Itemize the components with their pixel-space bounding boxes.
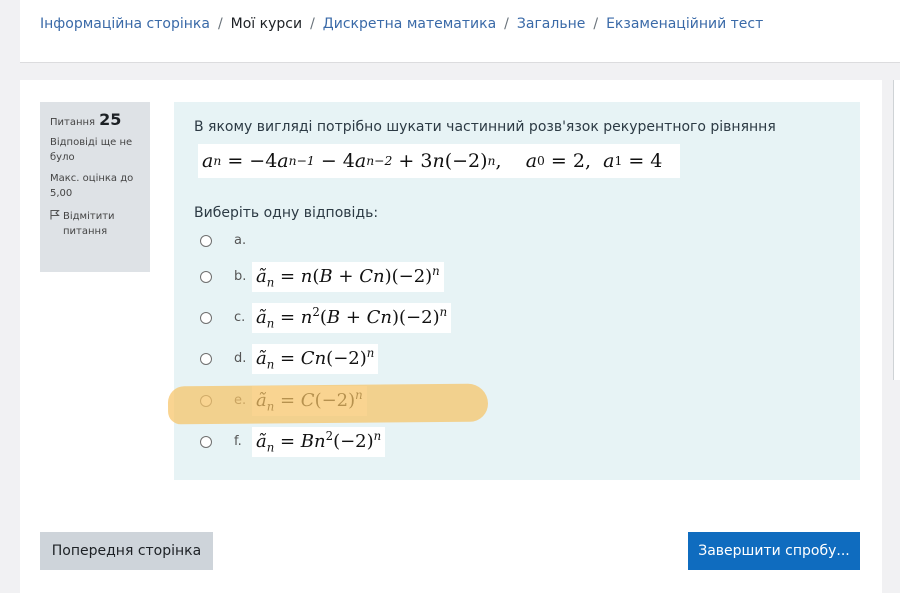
question-max-grade: Макс. оцінка до 5,00 [50,173,134,199]
breadcrumb-course[interactable]: Дискретна математика [323,16,496,32]
breadcrumb: Інформаційна сторінка / Мої курси / Диск… [40,16,763,32]
question-label: Питання [50,117,96,128]
answer-prompt: Виберіть одну відповідь: [194,205,379,221]
option-letter: d. [234,351,247,367]
highlighter-mark [167,383,489,425]
breadcrumb-separator: / [593,16,599,32]
flag-label: Відмітити питання [63,211,115,237]
breadcrumb-separator: / [310,16,315,32]
finish-attempt-button[interactable]: Завершити спробу... [688,532,860,570]
breadcrumb-separator: / [217,16,223,32]
option-a[interactable]: a. [200,233,250,248]
option-f[interactable]: f. ãn = Bn2(−2)n [200,427,386,457]
breadcrumb-my-courses[interactable]: Мої курси [231,16,302,32]
option-letter: a. [234,233,247,248]
question-text: В якому вигляді потрібно шукати частинни… [194,119,776,135]
breadcrumb-quiz[interactable]: Екзаменаційний тест [606,16,763,32]
radio-c[interactable] [200,311,212,324]
option-letter: c. [234,310,246,326]
option-formula: ãn = n(B + Cn)(−2)n [252,262,444,292]
option-formula: ãn = n2(B + Cn)(−2)n [252,303,452,333]
question-number: Питання 25 [50,110,140,129]
radio-f[interactable] [200,435,212,448]
option-letter: b. [234,269,247,285]
breadcrumb-section[interactable]: Загальне [517,16,585,32]
option-b[interactable]: b. ãn = n(B + Cn)(−2)n [200,262,444,292]
option-letter: f. [234,434,242,450]
previous-page-button[interactable]: Попередня сторінка [40,532,213,570]
question-number-value: 25 [99,110,122,129]
breadcrumb-separator: / [504,16,509,32]
radio-b[interactable] [200,270,212,283]
question-info: Питання 25 Відповіді ще не було Макс. оц… [40,102,150,272]
option-d[interactable]: d. ãn = Cn(−2)n [200,344,379,374]
breadcrumb-home[interactable]: Інформаційна сторінка [40,16,210,32]
option-formula: ãn = Cn(−2)n [252,344,379,374]
recurrence-formula: an = −4 a n−1 − 4 a n−2 + 3 n (−2) n, a0 = 2, a… [198,144,680,178]
radio-a[interactable] [200,234,212,247]
option-formula: ãn = Bn2(−2)n [252,427,386,457]
option-c[interactable]: c. ãn = n2(B + Cn)(−2)n [200,303,452,333]
flag-question-button[interactable]: Відмітити питання [50,209,140,239]
right-drawer-edge [893,80,900,380]
radio-d[interactable] [200,352,212,365]
flag-icon [50,209,60,225]
question-status: Відповіді ще не було [50,137,133,163]
